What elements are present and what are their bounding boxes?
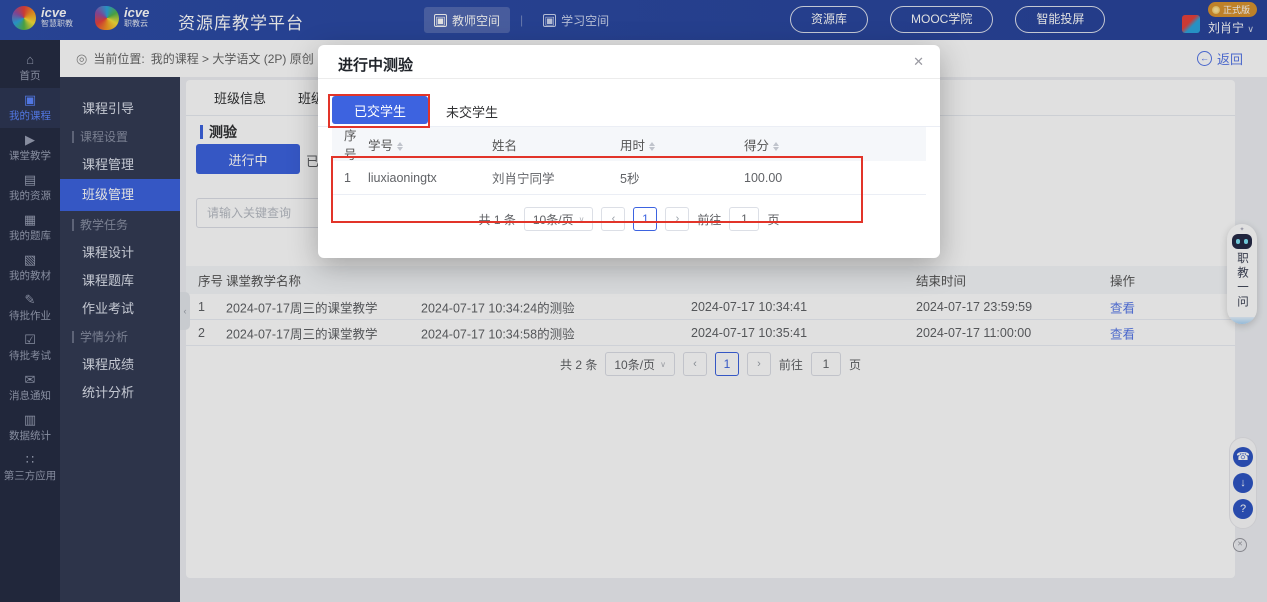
modal-tabs: 已交学生 未交学生 — [318, 79, 940, 127]
students-table: 序号 学号 姓名 用时 得分 1 liuxiaoningtx 刘肖宁同学 5秒 … — [332, 127, 926, 231]
close-icon[interactable]: ✕ — [913, 54, 924, 70]
modal-header: 进行中测验 ✕ — [318, 45, 940, 79]
sortable-column-duration[interactable]: 用时 — [620, 135, 744, 154]
tab-submitted-students[interactable]: 已交学生 — [332, 96, 428, 124]
sortable-column-score[interactable]: 得分 — [744, 135, 854, 154]
goto-unit: 页 — [767, 211, 779, 228]
page-number-button[interactable]: 1 — [633, 207, 657, 231]
chevron-down-icon: ∨ — [579, 215, 585, 224]
sortable-column-student-id[interactable]: 学号 — [368, 135, 492, 154]
students-table-header: 序号 学号 姓名 用时 得分 — [332, 127, 926, 161]
sort-icon — [397, 142, 403, 151]
sort-icon — [773, 142, 779, 151]
modal-pagination: 共 1 条 10条/页∨ ‹ 1 › 前往 页 — [332, 207, 926, 231]
inprogress-quiz-modal: 进行中测验 ✕ 已交学生 未交学生 序号 学号 姓名 用时 得分 1 liuxi… — [318, 45, 940, 258]
page-size-select[interactable]: 10条/页∨ — [524, 207, 594, 231]
app-window: icve智慧职教 icve职教云 资源库教学平台 ▣ 教师空间 | ▣ 学习空间… — [0, 0, 1267, 602]
prev-page-button[interactable]: ‹ — [601, 207, 625, 231]
total-count: 共 1 条 — [479, 211, 516, 228]
tab-unsubmitted-students[interactable]: 未交学生 — [446, 102, 498, 121]
modal-title: 进行中测验 — [338, 54, 413, 75]
sort-icon — [649, 142, 655, 151]
goto-page-input[interactable] — [729, 207, 759, 231]
student-row: 1 liuxiaoningtx 刘肖宁同学 5秒 100.00 — [332, 161, 926, 195]
next-page-button[interactable]: › — [665, 207, 689, 231]
goto-label: 前往 — [697, 211, 721, 228]
